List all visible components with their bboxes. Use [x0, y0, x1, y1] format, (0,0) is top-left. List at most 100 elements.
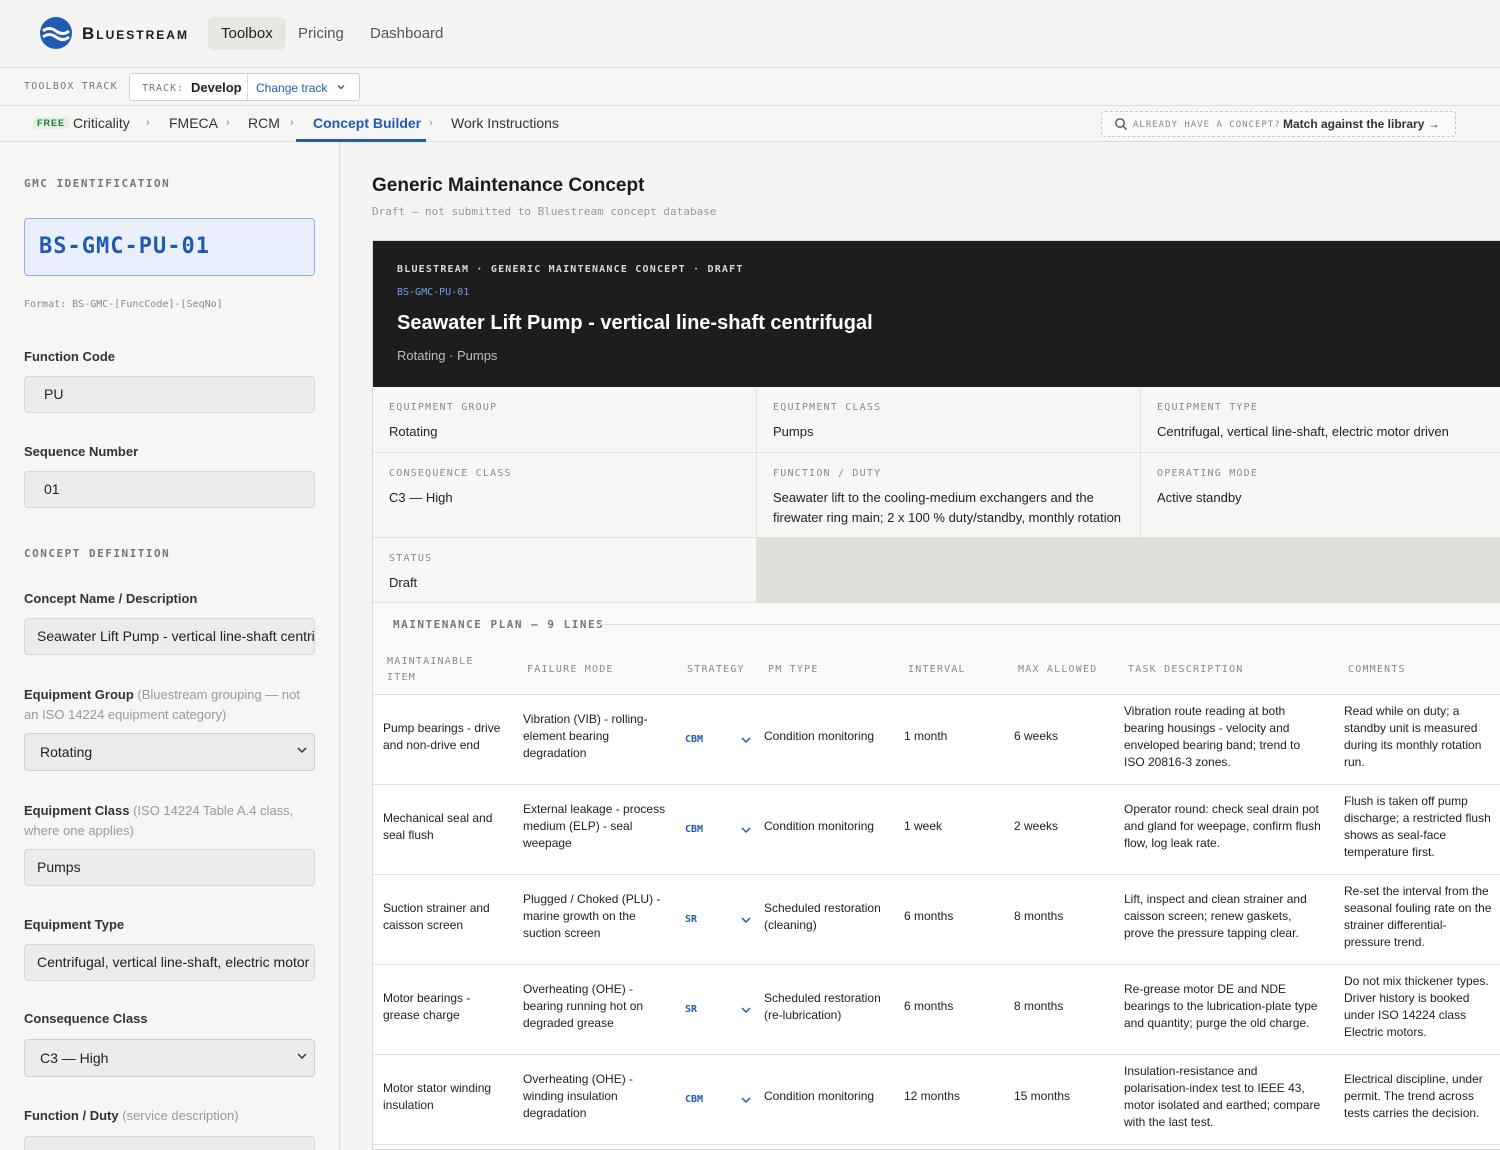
table-row[interactable]: Motor stator winding insulation Overheat… — [373, 1055, 1500, 1145]
equipment-type-label: Equipment Type — [24, 917, 125, 932]
cell-interval: 1 month — [904, 729, 948, 743]
brand-name[interactable]: Bluestream — [82, 24, 189, 44]
change-track-link[interactable]: Change track — [256, 81, 327, 95]
step-work-instructions[interactable]: Work Instructions — [451, 115, 559, 131]
equipment-class-input[interactable]: Pumps — [24, 849, 315, 886]
track-bar: TOOLBOX TRACK TRACK: Develop Change trac… — [0, 68, 1500, 106]
breadcrumb-separator: › — [429, 117, 433, 129]
equipment-class-label: Equipment Class (ISO 14224 Table A.4 cla… — [24, 801, 315, 841]
nav-pricing[interactable]: Pricing — [285, 17, 357, 50]
fact-key: OPERATING MODE — [1157, 468, 1259, 479]
step-criticality[interactable]: Criticality — [73, 115, 130, 131]
top-navigation: Bluestream Toolbox Pricing Dashboard — [0, 0, 1500, 68]
column-header-item: MAINTAINABLE ITEM — [387, 656, 474, 683]
fact-value: C3 — High — [389, 490, 453, 505]
concept-card: BLUESTREAM · GENERIC MAINTENANCE CONCEPT… — [372, 240, 1500, 1150]
column-header-task: TASK DESCRIPTION — [1128, 664, 1244, 675]
cell-item: Motor bearings - grease charge — [383, 991, 471, 1022]
nav-dashboard[interactable]: Dashboard — [357, 17, 456, 50]
table-row[interactable]: Motor bearings - grease charge Overheati… — [373, 965, 1500, 1055]
fact-operating-mode: OPERATING MODE Active standby — [1141, 453, 1500, 538]
cell-strategy[interactable]: SR — [685, 1004, 697, 1015]
section-title-concept: CONCEPT DEFINITION — [24, 547, 171, 560]
cell-comments: Re-set the interval from the seasonal fo… — [1344, 884, 1492, 949]
breadcrumb-separator: › — [226, 117, 230, 129]
match-library-link[interactable]: Match against the library → — [1283, 117, 1440, 131]
table-row[interactable]: Pump bearings - drive and non-drive end … — [373, 695, 1500, 785]
cell-item: Suction strainer and caisson screen — [383, 901, 490, 932]
column-header-max-allowed: MAX ALLOWED — [1018, 664, 1098, 675]
cell-interval: 6 months — [904, 999, 954, 1013]
fact-value: Pumps — [773, 424, 814, 439]
equipment-type-input[interactable]: Centrifugal, vertical line-shaft, electr… — [24, 944, 315, 981]
maintenance-plan-header: MAINTENANCE PLAN — 9 LINES — [373, 603, 1500, 643]
bluestream-logo-icon[interactable] — [40, 17, 72, 49]
sequence-number-label: Sequence Number — [24, 444, 139, 459]
step-concept-builder[interactable]: Concept Builder — [313, 115, 421, 131]
fact-equipment-type: EQUIPMENT TYPE Centrifugal, vertical lin… — [1141, 387, 1500, 453]
table-row[interactable]: Suction strainer and caisson screen Plug… — [373, 875, 1500, 965]
cell-failure: Overheating (OHE) - bearing running hot … — [523, 982, 644, 1030]
cell-strategy[interactable]: SR — [685, 914, 697, 925]
maintenance-plan-title: MAINTENANCE PLAN — 9 LINES — [393, 618, 605, 631]
section-title-gmc: GMC IDENTIFICATION — [24, 177, 171, 190]
cell-strategy[interactable]: CBM — [685, 824, 703, 835]
fact-value: Active standby — [1157, 490, 1242, 505]
table-row[interactable]: Mechanical seal and seal flush External … — [373, 785, 1500, 875]
function-code-input[interactable]: PU — [24, 376, 315, 413]
cell-strategy[interactable]: CBM — [685, 734, 703, 745]
fact-empty-cell — [757, 538, 1500, 603]
equipment-group-label-text: Equipment Group — [24, 687, 134, 702]
equipment-class-label-text: Equipment Class — [24, 803, 130, 818]
cell-item: Mechanical seal and seal flush — [383, 811, 493, 842]
step-rcm[interactable]: RCM — [248, 115, 280, 131]
cell-task: Re-grease motor DE and NDE bearings to t… — [1124, 982, 1318, 1030]
chevron-down-icon[interactable] — [740, 1004, 752, 1016]
consequence-class-label: Consequence Class — [24, 1011, 148, 1026]
cell-comments: Read while on duty; a standby unit is me… — [1344, 704, 1482, 769]
card-subtitle: Rotating · Pumps — [397, 348, 498, 363]
function-duty-label: Function / Duty (service description) — [24, 1108, 239, 1123]
equipment-group-select[interactable]: Rotating — [24, 733, 315, 771]
cell-pm-type: Condition monitoring — [764, 819, 875, 833]
step-fmeca[interactable]: FMECA — [169, 115, 218, 131]
function-code-label: Function Code — [24, 349, 115, 364]
fact-key: STATUS — [389, 553, 433, 564]
breadcrumb-separator: › — [146, 117, 150, 129]
track-selector[interactable]: TRACK: Develop Change track — [129, 73, 360, 101]
column-header-strategy: STRATEGY — [687, 664, 745, 675]
chevron-down-icon — [297, 1053, 307, 1060]
match-question: ALREADY HAVE A CONCEPT? — [1133, 120, 1281, 130]
cell-strategy[interactable]: CBM — [685, 1094, 703, 1105]
nav-toolbox[interactable]: Toolbox — [208, 17, 286, 50]
chevron-down-icon[interactable] — [740, 734, 752, 746]
cell-failure: Overheating (OHE) - winding insulation d… — [523, 1072, 634, 1120]
fact-equipment-group: EQUIPMENT GROUP Rotating — [373, 387, 757, 453]
cell-pm-type: Scheduled restoration (cleaning) — [764, 901, 881, 932]
cell-max-allowed: 6 weeks — [1014, 729, 1059, 743]
gmc-id-display: BS-GMC-PU-01 — [24, 218, 315, 276]
fact-key: EQUIPMENT CLASS — [773, 402, 882, 413]
sequence-number-input[interactable]: 01 — [24, 471, 315, 508]
chevron-down-icon[interactable] — [336, 82, 346, 92]
cell-pm-type: Scheduled restoration (re-lubrication) — [764, 991, 881, 1022]
cell-comments: Flush is taken off pump discharge; a res… — [1344, 794, 1491, 859]
cell-pm-type: Condition monitoring — [764, 729, 875, 743]
consequence-class-select[interactable]: C3 — High — [24, 1039, 315, 1077]
concept-name-label: Concept Name / Description — [24, 591, 198, 606]
card-title: Seawater Lift Pump - vertical line-shaft… — [397, 312, 873, 334]
chevron-down-icon[interactable] — [740, 914, 752, 926]
match-library-button[interactable]: ALREADY HAVE A CONCEPT? Match against th… — [1101, 111, 1456, 137]
function-duty-input[interactable] — [24, 1136, 315, 1150]
cell-interval: 6 months — [904, 909, 954, 923]
fact-consequence-class: CONSEQUENCE CLASS C3 — High — [373, 453, 757, 538]
column-header-failure: FAILURE MODE — [527, 664, 614, 675]
column-header-pm-type: PM TYPE — [768, 664, 819, 675]
chevron-down-icon[interactable] — [740, 824, 752, 836]
column-header-comments: COMMENTS — [1348, 664, 1406, 675]
chevron-down-icon[interactable] — [740, 1094, 752, 1106]
card-kicker: BLUESTREAM · GENERIC MAINTENANCE CONCEPT… — [397, 264, 744, 275]
cell-item: Motor stator winding insulation — [383, 1081, 492, 1112]
concept-name-input[interactable]: Seawater Lift Pump - vertical line-shaft… — [24, 618, 315, 655]
fact-function-duty: FUNCTION / DUTY Seawater lift to the coo… — [757, 453, 1141, 538]
